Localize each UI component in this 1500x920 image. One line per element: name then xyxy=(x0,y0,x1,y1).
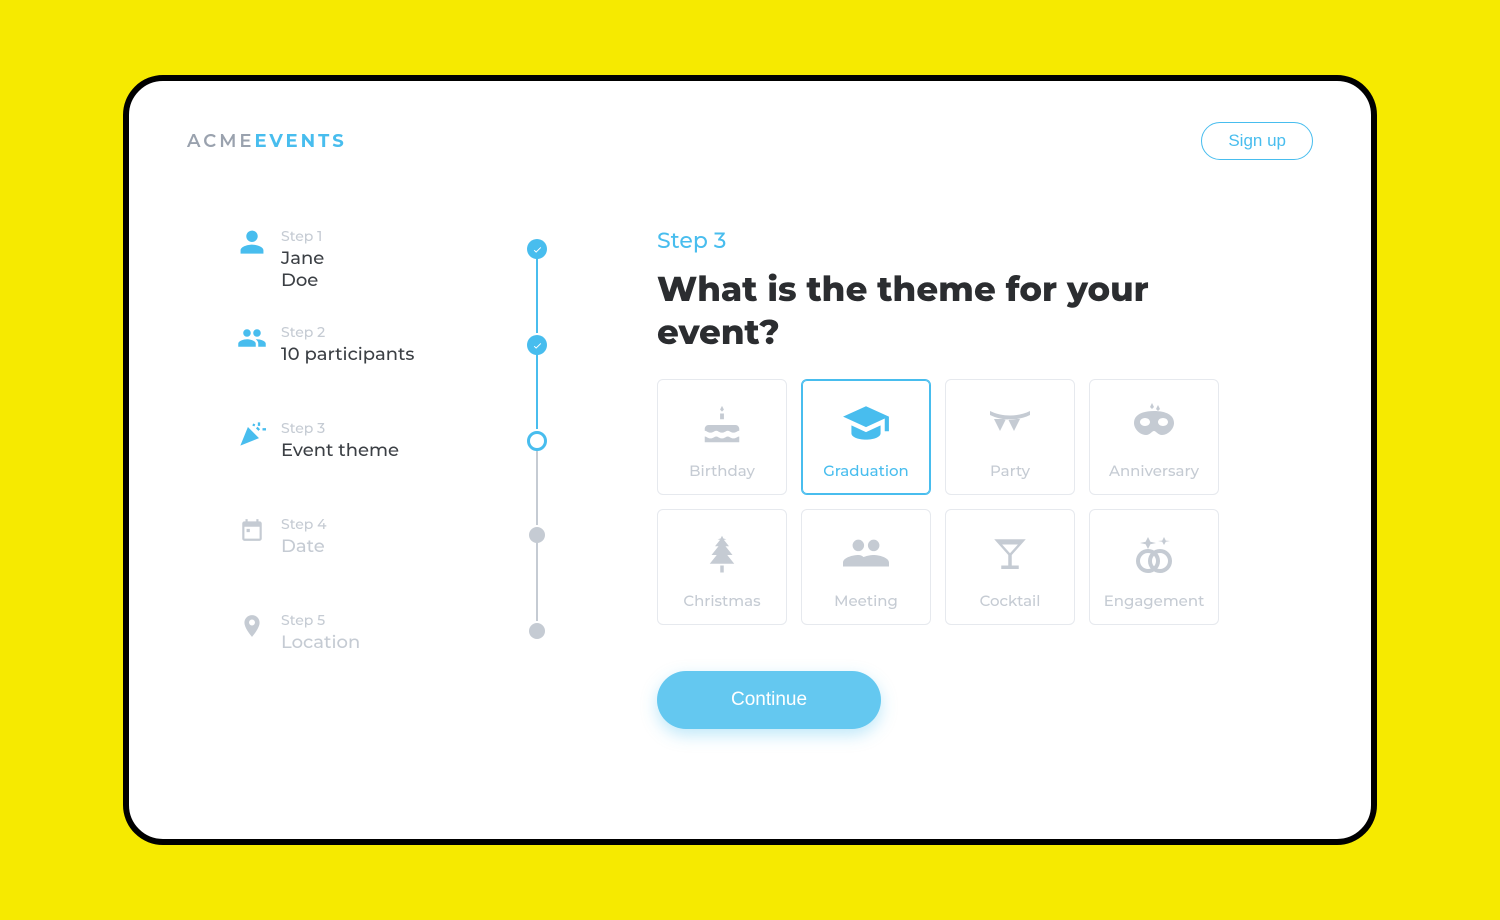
tree-icon xyxy=(694,527,750,583)
brand-logo: ACMEEVENTS xyxy=(187,130,347,152)
step-label: Step 1 xyxy=(281,227,567,245)
brand-part2: EVENTS xyxy=(254,130,346,152)
bunting-icon xyxy=(982,397,1038,453)
users-icon xyxy=(237,323,267,353)
theme-label: Birthday xyxy=(689,461,755,480)
progress-stepper: Step 1 Jane Doe Step 2 10 participants xyxy=(237,227,567,729)
step-item-date[interactable]: Step 4 Date xyxy=(237,515,567,611)
theme-label: Christmas xyxy=(683,591,760,610)
step-tag: Step 3 xyxy=(657,227,1313,254)
step-value: Event theme xyxy=(281,439,567,461)
content: Step 1 Jane Doe Step 2 10 participants xyxy=(187,227,1313,729)
brand-part1: ACME xyxy=(187,130,254,152)
martini-icon xyxy=(982,527,1038,583)
step-value: Jane Doe xyxy=(281,247,567,291)
calendar-icon xyxy=(237,515,267,545)
signup-button[interactable]: Sign up xyxy=(1201,122,1313,160)
theme-label: Meeting xyxy=(834,591,898,610)
theme-label: Party xyxy=(990,461,1030,480)
pin-icon xyxy=(237,611,267,641)
theme-grid: Birthday Graduation Party xyxy=(657,379,1313,625)
theme-option-party[interactable]: Party xyxy=(945,379,1075,495)
step-item-theme[interactable]: Step 3 Event theme xyxy=(237,419,567,515)
theme-option-engagement[interactable]: Engagement xyxy=(1089,509,1219,625)
confetti-icon xyxy=(237,419,267,449)
user-icon xyxy=(237,227,267,257)
step-label: Step 4 xyxy=(281,515,567,533)
step-value: Location xyxy=(281,631,567,653)
main-panel: Step 3 What is the theme for your event?… xyxy=(627,227,1313,729)
theme-option-anniversary[interactable]: Anniversary xyxy=(1089,379,1219,495)
group-icon xyxy=(838,527,894,583)
step-label: Step 3 xyxy=(281,419,567,437)
theme-option-birthday[interactable]: Birthday xyxy=(657,379,787,495)
theme-option-graduation[interactable]: Graduation xyxy=(801,379,931,495)
theme-option-cocktail[interactable]: Cocktail xyxy=(945,509,1075,625)
graduation-cap-icon xyxy=(838,397,894,453)
step-label: Step 2 xyxy=(281,323,567,341)
step-item-location[interactable]: Step 5 Location xyxy=(237,611,567,671)
step-value: 10 participants xyxy=(281,343,567,365)
mask-icon xyxy=(1126,397,1182,453)
theme-label: Engagement xyxy=(1104,591,1205,610)
theme-label: Graduation xyxy=(823,461,909,480)
step-item-participants[interactable]: Step 2 10 participants xyxy=(237,323,567,419)
app-frame: ACMEEVENTS Sign up S xyxy=(123,75,1377,845)
theme-option-christmas[interactable]: Christmas xyxy=(657,509,787,625)
theme-option-meeting[interactable]: Meeting xyxy=(801,509,931,625)
step-item-name[interactable]: Step 1 Jane Doe xyxy=(237,227,567,323)
header: ACMEEVENTS Sign up xyxy=(187,119,1313,163)
cake-icon xyxy=(694,397,750,453)
rings-icon xyxy=(1126,527,1182,583)
continue-button[interactable]: Continue xyxy=(657,671,881,729)
theme-label: Anniversary xyxy=(1109,461,1199,480)
step-label: Step 5 xyxy=(281,611,567,629)
step-value: Date xyxy=(281,535,567,557)
theme-label: Cocktail xyxy=(980,591,1041,610)
question-heading: What is the theme for your event? xyxy=(657,268,1157,353)
